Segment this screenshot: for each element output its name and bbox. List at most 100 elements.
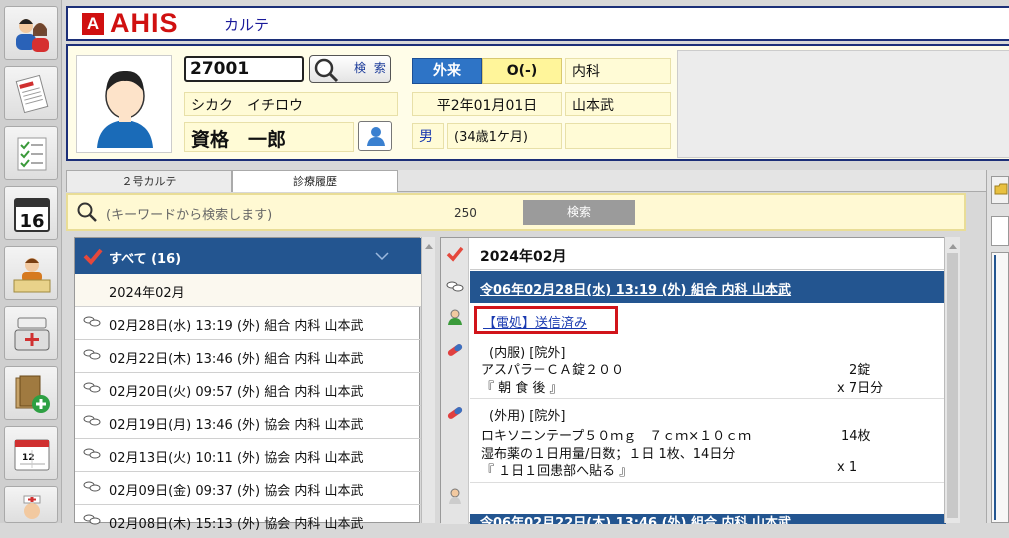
folder-icon — [994, 183, 1008, 195]
patient-id-input[interactable]: 27001 — [184, 56, 304, 82]
search-icon — [77, 202, 97, 222]
capsule-icon — [447, 407, 463, 419]
patient-profile-button[interactable] — [358, 121, 392, 151]
rx2-times: x 1 — [837, 460, 858, 475]
check-icon — [83, 248, 103, 265]
rx1-drug: アスパラ－ＣＡ錠２００ — [481, 363, 625, 378]
detail-month-heading: 2024年02月 — [470, 238, 946, 270]
pills-icon — [83, 481, 101, 492]
add-folder-button[interactable] — [4, 366, 58, 420]
rx2-usage: 『 １日１回患部へ貼る 』 — [481, 464, 633, 479]
status-code: O(-) — [482, 58, 562, 84]
visit-row-label: 02月13日(火) 10:11 (外) 協会 内科 山本武 — [109, 451, 364, 466]
capsule-icon — [447, 344, 463, 356]
doctor: 山本武 — [565, 92, 671, 116]
birthdate: 平2年01月01日 — [412, 92, 562, 116]
pills-icon — [83, 514, 101, 525]
ward-badge: 外来 — [412, 58, 482, 84]
nurse-icon — [23, 495, 41, 519]
patient-search-button[interactable]: 検 索 — [309, 55, 391, 83]
chevron-down-icon — [375, 252, 389, 261]
visit-row-label: 02月09日(金) 09:37 (外) 協会 内科 山本武 — [109, 484, 364, 499]
pills-icon — [83, 382, 101, 393]
reception-button[interactable] — [4, 246, 58, 300]
magnifier-icon — [314, 58, 339, 83]
visit-row[interactable]: 02月22日(木) 13:46 (外) 組合 内科 山本武 — [75, 340, 421, 373]
person-badge-icon — [367, 127, 385, 146]
tab-bar: ２号カルテ 診療履歴 — [66, 170, 986, 192]
rx1-usage: 『 朝 食 後 』 — [481, 381, 563, 396]
add-folder-icon — [15, 375, 50, 413]
visit-filter-dropdown[interactable]: すべて (16) — [75, 238, 421, 274]
patient-kana: シカク イチロウ — [184, 92, 398, 116]
age: (34歳1ケ月) — [447, 123, 562, 149]
patient-name: 資格 一郎 — [184, 122, 354, 152]
list-scrollbar[interactable] — [421, 237, 435, 523]
patients-icon — [16, 19, 49, 52]
rx2-kind: (外用) [院外] — [489, 409, 566, 424]
patient-search-label: 検 索 — [354, 61, 388, 75]
empty-cell — [565, 123, 671, 149]
side-list-accent — [994, 255, 1008, 520]
department: 内科 — [565, 58, 671, 84]
keyword-search-button[interactable]: 検索 — [523, 200, 635, 225]
calendar-button[interactable]: 16 — [4, 186, 58, 240]
scale-icon — [14, 317, 50, 351]
visit-row[interactable]: 02月19日(月) 13:46 (外) 協会 内科 山本武 — [75, 406, 421, 439]
nurse-button[interactable] — [4, 486, 58, 523]
rx1-qty: 2錠 — [849, 363, 871, 378]
tab-karte-2[interactable]: ２号カルテ — [66, 170, 232, 192]
person-icon — [449, 488, 461, 504]
folder-button[interactable] — [991, 176, 1009, 204]
scroll-up-icon — [949, 244, 957, 249]
patient-avatar — [76, 55, 172, 153]
divider — [470, 482, 946, 483]
logo-name: AHIS — [110, 8, 179, 38]
visit-row[interactable]: 02月20日(火) 09:57 (外) 組合 内科 山本武 — [75, 373, 421, 406]
scroll-thumb[interactable] — [947, 253, 958, 518]
app-title: カルテ — [224, 16, 270, 34]
result-count: 250 — [454, 206, 477, 220]
scale-button[interactable] — [4, 306, 58, 360]
patients-button[interactable] — [4, 6, 58, 60]
month-group: 2024年02月 — [75, 274, 421, 307]
rx1-days: x 7日分 — [837, 381, 884, 396]
schedule-icon: 12 — [14, 439, 50, 471]
visit-row-label: 02月22日(木) 13:46 (外) 組合 内科 山本武 — [109, 352, 364, 367]
reception-icon — [13, 258, 51, 293]
svg-text:12: 12 — [22, 453, 35, 463]
person-icon — [97, 70, 153, 148]
detail-scrollbar[interactable] — [944, 237, 960, 523]
month-label: 2024年02月 — [109, 286, 185, 301]
e-prescription-link[interactable]: 【電処】送信済み — [474, 306, 618, 334]
divider — [470, 398, 946, 399]
visit-detail: 2024年02月 令06年02月28日(水) 13:19 (外) 組合 内科 山… — [440, 237, 946, 524]
insurance-form-button[interactable] — [4, 66, 58, 120]
side-input[interactable] — [991, 216, 1009, 246]
rx2-qty: 14枚 — [841, 429, 871, 444]
visit-row-label: 02月19日(月) 13:46 (外) 協会 内科 山本武 — [109, 418, 364, 433]
side-list — [991, 252, 1009, 523]
pills-icon — [446, 281, 464, 292]
pills-icon — [83, 349, 101, 360]
visit-heading-link[interactable]: 令06年02月28日(水) 13:19 (外) 組合 内科 山本武 — [470, 271, 946, 303]
tab-history[interactable]: 診療履歴 — [232, 170, 398, 192]
rx2-drug: ロキソニンテープ５０ｍｇ ７ｃｍ×１０ｃｍ — [481, 429, 752, 444]
right-panel — [986, 170, 1009, 523]
filter-label: すべて (16) — [109, 252, 182, 267]
sidebar: 16 12 — [0, 0, 62, 523]
schedule-button[interactable]: 12 — [4, 426, 58, 480]
visit-row[interactable]: 02月08日(木) 15:13 (外) 協会 内科 山本武 — [75, 505, 421, 538]
logo-mark: A — [82, 13, 104, 35]
check-icon — [446, 246, 464, 262]
checklist-button[interactable] — [4, 126, 58, 180]
keyword-input[interactable]: (キーワードから検索します) — [106, 204, 272, 223]
patient-panel: 27001 検 索 シカク イチロウ 資格 一郎 外来 O(-) 内科 平2年0… — [66, 44, 1009, 161]
keyword-search-bar: (キーワードから検索します) 250 検索 — [66, 193, 966, 231]
detail-gutter — [441, 238, 469, 524]
info-panel — [677, 50, 1009, 158]
visit-row[interactable]: 02月28日(水) 13:19 (外) 組合 内科 山本武 — [75, 307, 421, 340]
visit-row[interactable]: 02月09日(金) 09:37 (外) 協会 内科 山本武 — [75, 472, 421, 505]
svg-text:16: 16 — [19, 211, 44, 232]
visit-row[interactable]: 02月13日(火) 10:11 (外) 協会 内科 山本武 — [75, 439, 421, 472]
